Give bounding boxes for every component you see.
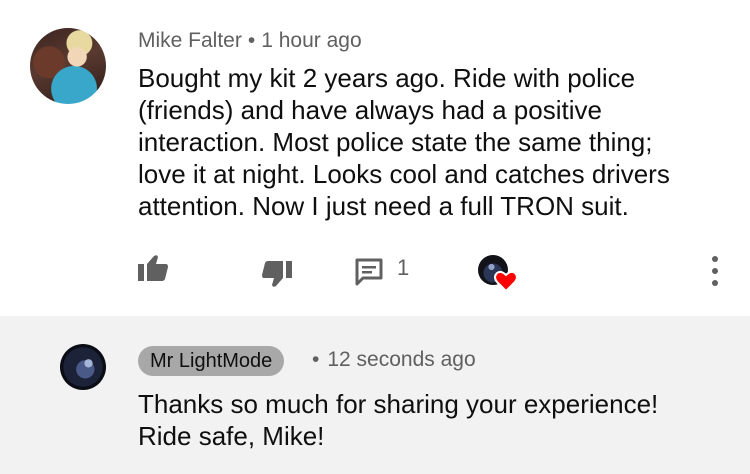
comment-thread: Mike Falter • 1 hour ago Bought my kit 2 y… — [0, 0, 750, 316]
comment-time[interactable]: 1 hour ago — [261, 29, 361, 52]
comment-line: attention. Now I just need a full TRON s… — [138, 191, 629, 221]
reply-meta: • 12 seconds ago — [312, 348, 476, 372]
comment-icon — [355, 258, 383, 286]
reply-line: Ride safe, Mike! — [138, 421, 325, 451]
reply-line: Thanks so much for sharing your experien… — [138, 389, 659, 419]
dislike-button[interactable] — [261, 260, 293, 288]
comment-line: interaction. Most police state the same … — [138, 127, 653, 157]
meta-separator: • — [312, 348, 320, 371]
comment-line: (friends) and have always had a positive — [138, 95, 602, 125]
reply-author-chip[interactable]: Mr LightMode — [138, 346, 285, 376]
creator-heart[interactable] — [478, 255, 522, 295]
reply-author-avatar[interactable] — [60, 344, 106, 390]
comment-meta: Mike Falter • 1 hour ago — [138, 29, 362, 53]
author-avatar[interactable] — [30, 28, 106, 104]
author-name[interactable]: Mike Falter — [138, 29, 242, 52]
meta-separator: • — [247, 29, 256, 52]
reply-button[interactable]: 1 — [355, 255, 410, 286]
more-vertical-icon — [712, 256, 718, 262]
thumb-up-icon — [138, 255, 168, 281]
more-vertical-icon — [712, 280, 718, 286]
reply-count: 1 — [397, 255, 410, 280]
heart-icon — [494, 270, 518, 293]
more-actions-button[interactable] — [708, 256, 722, 286]
reply-time[interactable]: 12 seconds ago — [327, 348, 475, 371]
comment-text: Bought my kit 2 years ago. Ride with pol… — [138, 62, 728, 222]
more-vertical-icon — [712, 268, 718, 274]
comment-line: Bought my kit 2 years ago. Ride with pol… — [138, 63, 636, 93]
comment-line: love it at night. Looks cool and catches… — [138, 159, 670, 189]
heart-badge — [494, 270, 518, 297]
reply-text: Thanks so much for sharing your experien… — [138, 388, 728, 452]
thumb-down-icon — [262, 261, 292, 287]
like-button[interactable] — [137, 254, 169, 282]
